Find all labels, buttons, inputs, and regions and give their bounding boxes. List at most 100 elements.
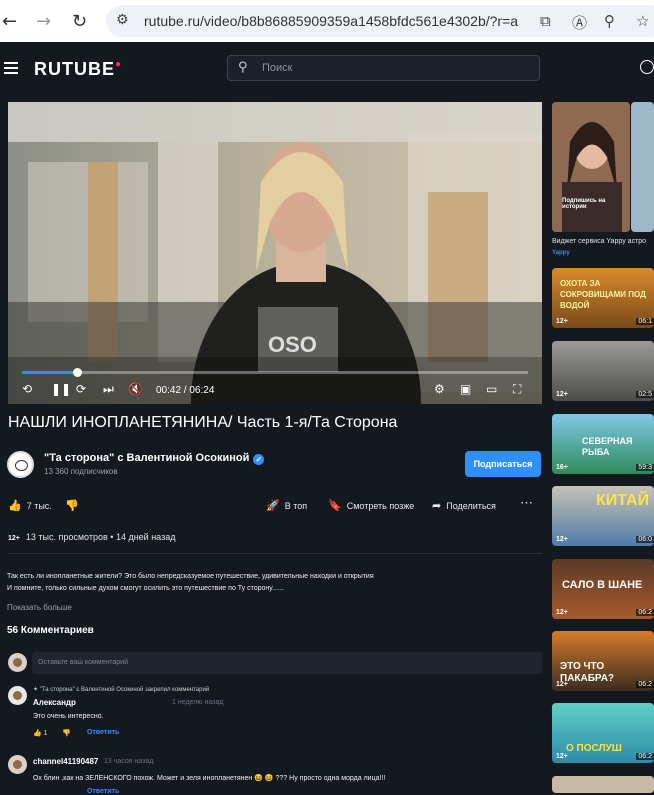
thumbs-up-icon: 👍 [8, 499, 22, 512]
like-button[interactable]: 👍 7 тыс. [8, 499, 52, 512]
age-rating-badge: 12+ [556, 753, 568, 760]
site-settings-icon[interactable]: ⚙ [116, 12, 129, 28]
comment-avatar[interactable] [8, 686, 27, 705]
external-link-icon[interactable]: ⧉ [540, 12, 551, 30]
publish-date: 14 дней назад [115, 532, 176, 542]
comment-text: Это очень интересно. [33, 713, 104, 720]
age-rating-badge: 12+ [556, 536, 568, 543]
reload-icon[interactable]: ↻ [72, 11, 87, 32]
subscribe-button[interactable]: Подписаться [465, 451, 541, 477]
widget-title[interactable]: Виджет сервиса Yappy астро [552, 238, 646, 245]
comment-time: 1 неделю назад [172, 699, 224, 706]
site-header: RUTUBE● ⚲ Поиск [0, 42, 654, 94]
progress-bar[interactable] [22, 368, 528, 377]
watch-later-button[interactable]: 🔖 Смотреть позже [328, 499, 414, 512]
star-icon[interactable]: ☆ [636, 12, 649, 30]
time-display: 00:42 / 06:24 [156, 385, 215, 396]
channel-name[interactable]: "Та сторона" с Валентиной Осокиной ✓ [44, 452, 265, 465]
sidebar-video-5[interactable]: САЛО В ШАНЕ 12+ 06:2 [552, 559, 654, 619]
comment-dislike-icon[interactable]: 👎 [62, 729, 71, 737]
settings-icon[interactable]: ⚙ [434, 382, 445, 396]
video-title: НАШЛИ ИНОПЛАНЕТЯНИНА/ Часть 1-я/Та Сторо… [8, 414, 398, 431]
age-rating-badge: 12+ [556, 318, 568, 325]
pinned-note: ✦ "Та сторона" с Валентиной Осокиной зак… [33, 687, 210, 693]
duration-badge: 06:1 [636, 318, 654, 325]
thumbnail-title: КИТАЙ [596, 492, 650, 509]
thumbnail-title: СЕВЕРНАЯ РЫБА [582, 436, 633, 457]
reply-button[interactable]: Ответить [87, 729, 119, 736]
search-placeholder: Поиск [262, 62, 293, 74]
widget-source[interactable]: Yappy [552, 250, 570, 256]
sidebar-video-1[interactable]: ОХОТА ЗА СОКРОВИЩАМИ ПОД ВОДОЙ 12+ 06:1 [552, 268, 654, 328]
translate-icon[interactable]: Ⓐ [572, 12, 587, 33]
zoom-icon[interactable]: ⚲ [604, 12, 615, 30]
age-rating-badge: 12+ [556, 391, 568, 398]
comment-like-button[interactable]: 👍 1 [33, 729, 48, 737]
video-player[interactable]: OSO ⟲ ❚❚ ⟳ ⏭ 🔇 00:42 / 06:24 ⚙ ▣ ▭ ⛶ [8, 102, 542, 404]
rutube-logo[interactable]: RUTUBE● [34, 59, 122, 80]
duration-badge: 59:3 [636, 464, 654, 471]
duration-badge: 06:2 [636, 681, 654, 688]
thumbnail-title: ЭТО ЧТО ПАКАБРА? [560, 661, 615, 684]
mute-icon[interactable]: 🔇 [128, 382, 143, 396]
next-icon[interactable]: ⏭ [103, 382, 114, 397]
reply-button[interactable]: Ответить [87, 788, 119, 795]
comment-text: Ох блин ,как на ЗЕЛЕНСКОГО похож. Может … [33, 775, 386, 782]
age-rating-badge: 16+ [556, 464, 568, 471]
to-top-button[interactable]: 🚀 В топ [266, 499, 307, 512]
dislike-button[interactable]: 👎 [65, 499, 84, 512]
rocket-icon: 🚀 [266, 499, 280, 512]
subscriber-count: 13 360 подписчиков [44, 467, 118, 476]
verified-icon: ✓ [253, 454, 265, 465]
duration-badge: 06:2 [636, 609, 654, 616]
sidebar-video-7[interactable]: О ПОСЛУШ 12+ 06:2 [552, 703, 654, 763]
url-text: rutube.ru/video/b8b86885909359a1458bfdc5… [144, 13, 519, 29]
theater-icon[interactable]: ▭ [486, 382, 497, 396]
comment-avatar[interactable] [8, 755, 27, 774]
age-rating-badge: 12+ [8, 535, 20, 542]
forward-icon[interactable]: → [36, 11, 51, 32]
thumbs-up-icon: 👍 [33, 730, 44, 737]
comment-author[interactable]: channel41190487 [33, 757, 98, 766]
comment-input[interactable]: Оставьте ваш комментарий [32, 652, 542, 674]
share-button[interactable]: ➦ Поделиться [432, 499, 496, 512]
progress-fill [22, 371, 78, 374]
age-rating-badge: 12+ [556, 609, 568, 616]
sidebar-video-6[interactable]: ЭТО ЧТО ПАКАБРА? 12+ 06:2 [552, 631, 654, 691]
miniplayer-icon[interactable]: ▣ [460, 382, 471, 396]
duration-badge: 06:2 [636, 753, 654, 760]
duration-badge: 06:0 [636, 536, 654, 543]
thumbnail-title: О ПОСЛУШ [566, 743, 622, 754]
show-more-button[interactable]: Показать больше [7, 603, 72, 612]
comment-author[interactable]: Александр [33, 698, 76, 707]
widget-image [552, 102, 630, 232]
thumbs-down-icon: 👎 [65, 499, 79, 512]
sidebar-video-3[interactable]: СЕВЕРНАЯ РЫБА 16+ 59:3 [552, 414, 654, 474]
bookmark-icon: 🔖 [328, 499, 342, 512]
more-options-icon[interactable]: ⋯ [520, 495, 533, 511]
comments-count: 56 Комментариев [7, 625, 94, 636]
thumbnail-title: САЛО В ШАНЕ [562, 579, 643, 591]
sidebar-video-8[interactable] [552, 776, 654, 793]
search-icon: ⚲ [238, 60, 248, 75]
address-bar[interactable]: ⚙ rutube.ru/video/b8b86885909359a1458bfd… [106, 5, 654, 37]
share-icon: ➦ [432, 499, 442, 512]
rewind-10-icon[interactable]: ⟲ [22, 382, 32, 396]
yappy-widget-thumbnail-2[interactable] [631, 102, 654, 232]
sidebar-video-4[interactable]: КИТАЙ 12+ 06:0 [552, 486, 654, 546]
pin-icon: ✦ [33, 687, 40, 693]
duration-badge: 02:5 [636, 391, 654, 398]
current-user-avatar [8, 653, 27, 672]
yappy-widget-thumbnail[interactable]: Подпишись на истории [552, 102, 630, 232]
fullscreen-icon[interactable]: ⛶ [513, 382, 521, 397]
sidebar-video-2[interactable]: 12+ 02:5 [552, 341, 654, 401]
pause-icon[interactable]: ❚❚ [51, 382, 71, 396]
thumbnail-title: ОХОТА ЗА СОКРОВИЩАМИ ПОД ВОДОЙ [560, 279, 646, 310]
back-icon[interactable]: ← [2, 11, 17, 32]
comment-time: 13 часов назад [104, 758, 154, 765]
channel-avatar[interactable] [7, 451, 34, 478]
upload-icon[interactable] [640, 60, 654, 74]
search-input[interactable]: ⚲ Поиск [227, 55, 540, 81]
menu-icon[interactable] [4, 62, 18, 74]
forward-10-icon[interactable]: ⟳ [76, 382, 86, 396]
